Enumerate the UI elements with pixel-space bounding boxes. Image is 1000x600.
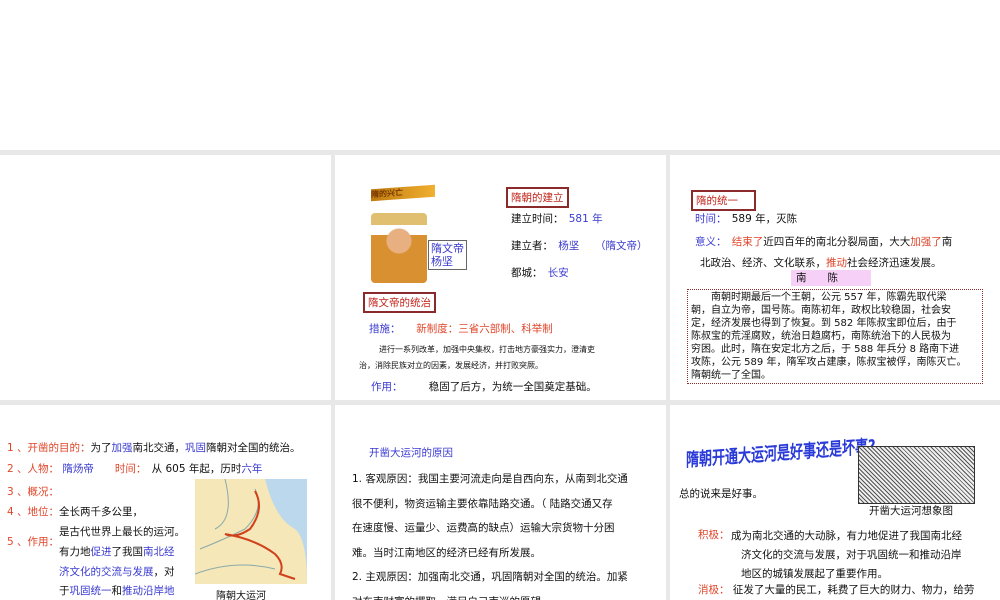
negative: 消极： 征发了大量的民工，耗费了巨大的财力、物力，给劳 — [698, 584, 974, 597]
reason-line: 1. 客观原因：我国主要河流走向是自西向东，从南到北交通 — [352, 473, 628, 485]
chen-line: 定，经济发展也得到了恢复。到 582 年陈叔宝即位后，由于 — [691, 318, 957, 329]
reason-line: 在速度慢、运量少、运费高的缺点）运输大宗货物十分困 — [352, 522, 615, 534]
effect-line: 有力地促进了我国南北经 — [59, 546, 175, 558]
chen-title: 南 陈 — [791, 270, 871, 286]
slide-canal-reasons[interactable]: 开凿大运河的原因 1. 客观原因：我国主要河流走向是自西向东，从南到北交通 很不便… — [335, 405, 666, 600]
effect-line: 济文化的交流与发展，对 — [59, 566, 175, 578]
reason-line: 很不便利，物资运输主要依靠陆路交通。（ 陆路交通又存 — [352, 497, 613, 510]
title-art-good-or-bad: 隋朝开通大运河是好事还是坏事? — [686, 436, 876, 472]
image-caption: 开凿大运河想象图 — [869, 505, 953, 517]
unification-heading: 隋的统一 — [691, 190, 756, 211]
chen-line: 隋朝统一了全国。 — [691, 370, 771, 381]
effect-line: 于巩固统一和推动沿岸地 — [59, 585, 175, 597]
negative-label: 消极： — [698, 584, 730, 596]
reason-line: 对东南财富的攫取，满足自己南巡的愿望。 — [352, 590, 628, 600]
canal-illustration — [858, 446, 975, 504]
founding-time: 建立时间： 581 年 — [511, 213, 603, 225]
positive-line: 济文化的交流与发展，对于巩固统一和推动沿岸 — [741, 549, 962, 561]
emperor-portrait — [371, 213, 427, 283]
reasons-heading: 开凿大运河的原因 — [369, 447, 453, 459]
overview: 3 、概况： — [7, 486, 60, 498]
unification-time: 时间： 589 年，灭陈 — [695, 213, 798, 225]
founding-heading: 隋朝的建立 — [506, 187, 569, 208]
grand-canal-map — [195, 479, 307, 584]
effect: 作用： 稳固了后方，为统一全国奠定基础。 — [371, 381, 597, 393]
chen-line: 南朝时期最后一个王朝，公元 557 年，陈霸先取代梁 — [691, 292, 947, 303]
positive-line: 地区的城镇发展起了重要作用。 — [741, 568, 888, 580]
detail-line: 进行一系列改革，加强中央集权，打击地方豪强实力，澄清吏 — [379, 345, 595, 354]
status-cont: 是古代世界上最长的运河。 — [59, 526, 185, 538]
portrait-label-title: 隋文帝 — [431, 242, 464, 255]
reasons-text: 1. 客观原因：我国主要河流走向是自西向东，从南到北交通 很不便利，物资运输主要依… — [352, 467, 628, 600]
founder: 建立者： 杨坚 （隋文帝） — [511, 240, 648, 252]
person-time: 2 、人物： 隋炀帝 时间： 从 605 年起，历时六年 — [7, 463, 263, 475]
map-caption: 隋朝大运河 — [216, 591, 266, 600]
detail-line: 治，消除民族对立的因素，发展经济，并打败突厥。 — [359, 361, 543, 370]
reason-line: 2. 主观原因：加强南北交通，巩固隋朝对全国的统治。加紧 — [352, 571, 628, 583]
title-art-sui-rise-fall: 隋的兴亡 — [371, 184, 435, 202]
slide-grand-canal[interactable]: 1 、开凿的目的：为了加强南北交通，巩固隋朝对全国的统治。 2 、人物： 隋炀帝… — [0, 405, 331, 600]
slide-previous[interactable] — [0, 0, 1000, 150]
chen-line: 攻陈，公元 589 年，隋军攻占建康，陈叔宝被俘，南陈灭亡。 — [691, 357, 967, 368]
capital: 都城： 长安 — [511, 267, 569, 279]
positive-label: 积极： — [698, 529, 730, 541]
chen-textbox: 南朝时期最后一个王朝，公元 557 年，陈霸先取代梁 朝，自立为帝，国号陈。南陈初… — [687, 289, 983, 384]
meaning-cont: 北政治、经济、文化联系，推动社会经济迅速发展。 — [700, 257, 942, 269]
reason-line: 难。当时江南地区的经济已经有所发展。 — [352, 546, 541, 559]
slide-sui-founding[interactable]: 隋的兴亡 隋文帝 杨坚 隋朝的建立 建立时间： 581 年 建立者： 杨坚 （隋文… — [335, 155, 666, 400]
slide-sui-unification[interactable]: 隋的统一 时间： 589 年，灭陈 意义： 结束了近四百年的南北分裂局面，大大加… — [670, 155, 1000, 400]
summary: 总的说来是好事。 — [679, 488, 763, 500]
rule-heading: 隋文帝的统治 — [363, 292, 436, 313]
chen-line: 陈叔宝的荒淫腐败，统治日趋腐朽，南陈统治下的人民极为 — [691, 331, 951, 342]
purpose: 1 、开凿的目的：为了加强南北交通，巩固隋朝对全国的统治。 — [7, 442, 301, 454]
slide-canal-evaluation[interactable]: 隋朝开通大运河是好事还是坏事? 总的说来是好事。 开凿大运河想象图 积极： 成为… — [670, 405, 1000, 600]
status: 4 、地位：全长两千多公里， — [7, 506, 144, 518]
negative-line: 征发了大量的民工，耗费了巨大的财力、物力，给劳 — [732, 584, 975, 596]
portrait-label-name: 杨坚 — [431, 255, 453, 268]
positive-text: 成为南北交通的大动脉，有力地促进了我国南北经济文化的交流与发展，对于巩固统一和推… — [731, 527, 962, 584]
slide-blank[interactable] — [0, 155, 331, 400]
meaning: 意义： 结束了近四百年的南北分裂局面，大大加强了南 — [695, 236, 953, 248]
chen-line: 朝，自立为帝，国号陈。南陈初年，政权比较稳固，社会安 — [691, 305, 951, 316]
measures: 措施： 新制度：三省六部制、科举制 — [369, 323, 553, 335]
portrait-label: 隋文帝 杨坚 — [428, 240, 467, 270]
effect-label: 5 、作用： — [7, 536, 60, 548]
chen-line: 穷困。此时，隋在安定北方之后，于 588 年兵分 8 路南下进 — [691, 344, 960, 355]
positive-line: 成为南北交通的大动脉，有力地促进了我国南北经 — [731, 530, 962, 542]
